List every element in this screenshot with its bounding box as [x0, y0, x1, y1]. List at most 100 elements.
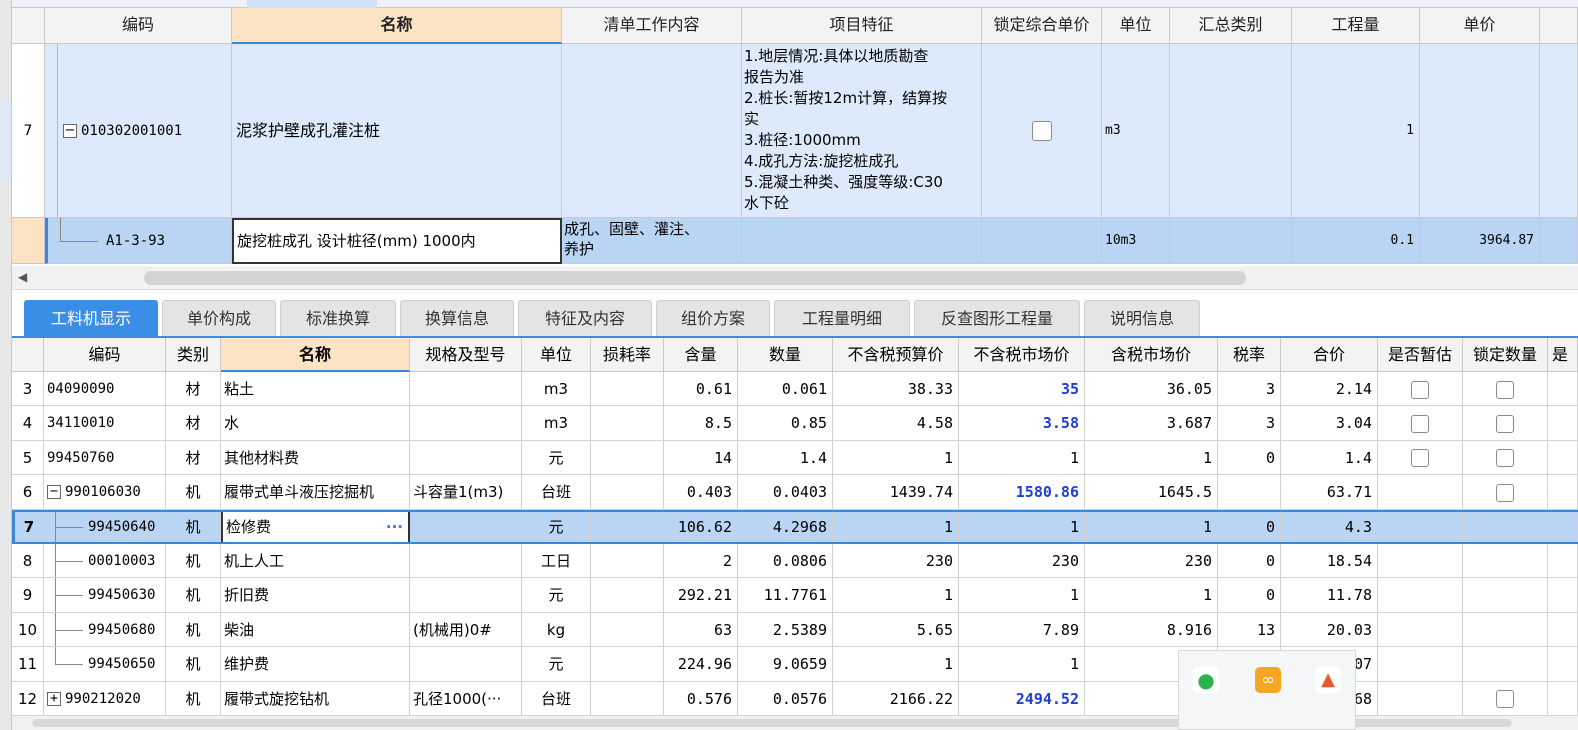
expand-icon[interactable]: +: [47, 691, 61, 706]
cell-unit[interactable]: 工日: [522, 544, 591, 579]
cell-category[interactable]: 机: [166, 544, 221, 579]
cell-budget-price[interactable]: 38.33: [833, 372, 959, 407]
cell-tax-rate[interactable]: 0: [1218, 509, 1281, 544]
cell-quantity[interactable]: 0.0576: [738, 681, 833, 716]
cell-lock-quantity[interactable]: [1463, 612, 1548, 648]
header-work-content[interactable]: 清单工作内容: [562, 8, 742, 44]
cell-total[interactable]: 20.03: [1281, 612, 1378, 648]
cell-quantity[interactable]: 4.2968: [738, 509, 833, 544]
row-name-editing[interactable]: 旋挖桩成孔 设计桩径(mm) 1000内: [232, 218, 562, 264]
cell-more[interactable]: [1548, 681, 1578, 716]
cell-lock-quantity[interactable]: [1463, 372, 1548, 407]
cell-lock-quantity[interactable]: [1463, 681, 1548, 716]
row-unit[interactable]: m3: [1102, 44, 1170, 218]
cell-more[interactable]: [1548, 647, 1578, 682]
header-more[interactable]: 是: [1548, 338, 1578, 372]
cell-market-price[interactable]: 1580.86: [959, 475, 1085, 510]
lock-quantity-checkbox[interactable]: [1496, 483, 1514, 502]
scroll-left-icon[interactable]: ◀: [18, 270, 27, 284]
cell-market-price-tax[interactable]: 230: [1085, 544, 1218, 579]
cell-more[interactable]: [1548, 440, 1578, 476]
header-quantity[interactable]: 工程量: [1292, 8, 1420, 44]
cell-loss-rate[interactable]: [591, 578, 664, 613]
cell-spec[interactable]: [410, 578, 522, 613]
cell-name[interactable]: 维护费: [221, 647, 410, 682]
cell-unit[interactable]: m3: [522, 406, 591, 441]
cell-market-price-tax[interactable]: 1: [1085, 509, 1218, 544]
row-summary-type[interactable]: [1170, 44, 1292, 218]
header-summary-type[interactable]: 汇总类别: [1170, 8, 1292, 44]
cell-budget-price[interactable]: 1439.74: [833, 475, 959, 510]
tab-standard-conversion[interactable]: 标准换算: [280, 300, 396, 336]
cell-tax-rate[interactable]: [1218, 475, 1281, 510]
cell-budget-price[interactable]: 230: [833, 544, 959, 579]
cell-category[interactable]: 材: [166, 440, 221, 476]
cell-code[interactable]: 34110010: [44, 406, 166, 441]
header-budget-price[interactable]: 不含税预算价: [833, 338, 959, 372]
cell-content[interactable]: 0.576: [664, 681, 738, 716]
estimate-checkbox[interactable]: [1411, 414, 1429, 433]
cell-content[interactable]: 106.62: [664, 509, 738, 544]
cell-budget-price[interactable]: 1: [833, 509, 959, 544]
cell-unit[interactable]: 元: [522, 578, 591, 613]
cell-code[interactable]: 04090090: [44, 372, 166, 407]
cell-content[interactable]: 0.61: [664, 372, 738, 407]
header-market-price[interactable]: 不含税市场价: [959, 338, 1085, 372]
cell-lock-quantity[interactable]: [1463, 544, 1548, 579]
cell-spec[interactable]: 斗容量1(m3): [410, 475, 522, 510]
cell-content[interactable]: 8.5: [664, 406, 738, 441]
row-summary-type[interactable]: [1170, 218, 1292, 264]
lock-quantity-checkbox[interactable]: [1496, 449, 1514, 468]
cell-spec[interactable]: (机械用)0#: [410, 612, 522, 648]
cell-lock-quantity[interactable]: [1463, 578, 1548, 613]
cell-market-price-tax[interactable]: 36.05: [1085, 372, 1218, 407]
cell-lock-quantity[interactable]: [1463, 406, 1548, 441]
cell-budget-price[interactable]: 1: [833, 578, 959, 613]
cell-more[interactable]: [1548, 475, 1578, 510]
cell-code[interactable]: 99450650: [44, 647, 166, 682]
header-total[interactable]: 合价: [1281, 338, 1378, 372]
cell-unit[interactable]: 台班: [522, 681, 591, 716]
header-unit[interactable]: 单位: [522, 338, 591, 372]
cell-is-estimate[interactable]: [1378, 406, 1463, 441]
cell-more[interactable]: [1548, 509, 1578, 544]
cell-market-price[interactable]: 1: [959, 440, 1085, 476]
cell-loss-rate[interactable]: [591, 647, 664, 682]
cell-category[interactable]: 机: [166, 578, 221, 613]
header-name[interactable]: 名称: [232, 8, 562, 44]
cell-tax-rate[interactable]: 3: [1218, 406, 1281, 441]
cell-name[interactable]: 柴油: [221, 612, 410, 648]
cell-code[interactable]: 99450680: [44, 612, 166, 648]
cell-tax-rate[interactable]: 13: [1218, 612, 1281, 648]
cell-total[interactable]: 11.78: [1281, 578, 1378, 613]
cell-quantity[interactable]: 11.7761: [738, 578, 833, 613]
cell-content[interactable]: 63: [664, 612, 738, 648]
header-lock-quantity[interactable]: 锁定数量: [1463, 338, 1548, 372]
cell-total[interactable]: 63.71: [1281, 475, 1378, 510]
cell-total[interactable]: 3.04: [1281, 406, 1378, 441]
header-code[interactable]: 编码: [45, 8, 232, 44]
cell-spec[interactable]: [410, 509, 522, 544]
cell-quantity[interactable]: 2.5389: [738, 612, 833, 648]
upload-icon[interactable]: ▲: [1315, 667, 1341, 693]
cell-market-price-tax[interactable]: 1645.5: [1085, 475, 1218, 510]
cell-tax-rate[interactable]: 0: [1218, 440, 1281, 476]
cell-unit[interactable]: 元: [522, 509, 591, 544]
cell-budget-price[interactable]: 5.65: [833, 612, 959, 648]
cell-lock-quantity[interactable]: [1463, 475, 1548, 510]
cell-market-price-tax[interactable]: 1: [1085, 440, 1218, 476]
cell-quantity[interactable]: 9.0659: [738, 647, 833, 682]
cell-is-estimate[interactable]: [1378, 440, 1463, 476]
cell-loss-rate[interactable]: [591, 681, 664, 716]
lock-quantity-checkbox[interactable]: [1496, 690, 1514, 709]
cell-content[interactable]: 14: [664, 440, 738, 476]
cell-market-price[interactable]: 1: [959, 509, 1085, 544]
header-unit[interactable]: 单位: [1102, 8, 1170, 44]
header-is-estimate[interactable]: 是否暂估: [1378, 338, 1463, 372]
tab-description[interactable]: 说明信息: [1084, 300, 1200, 336]
cell-loss-rate[interactable]: [591, 544, 664, 579]
cell-loss-rate[interactable]: [591, 612, 664, 648]
cell-category[interactable]: 机: [166, 475, 221, 510]
cell-lock-quantity[interactable]: [1463, 509, 1548, 544]
cell-loss-rate[interactable]: [591, 475, 664, 510]
